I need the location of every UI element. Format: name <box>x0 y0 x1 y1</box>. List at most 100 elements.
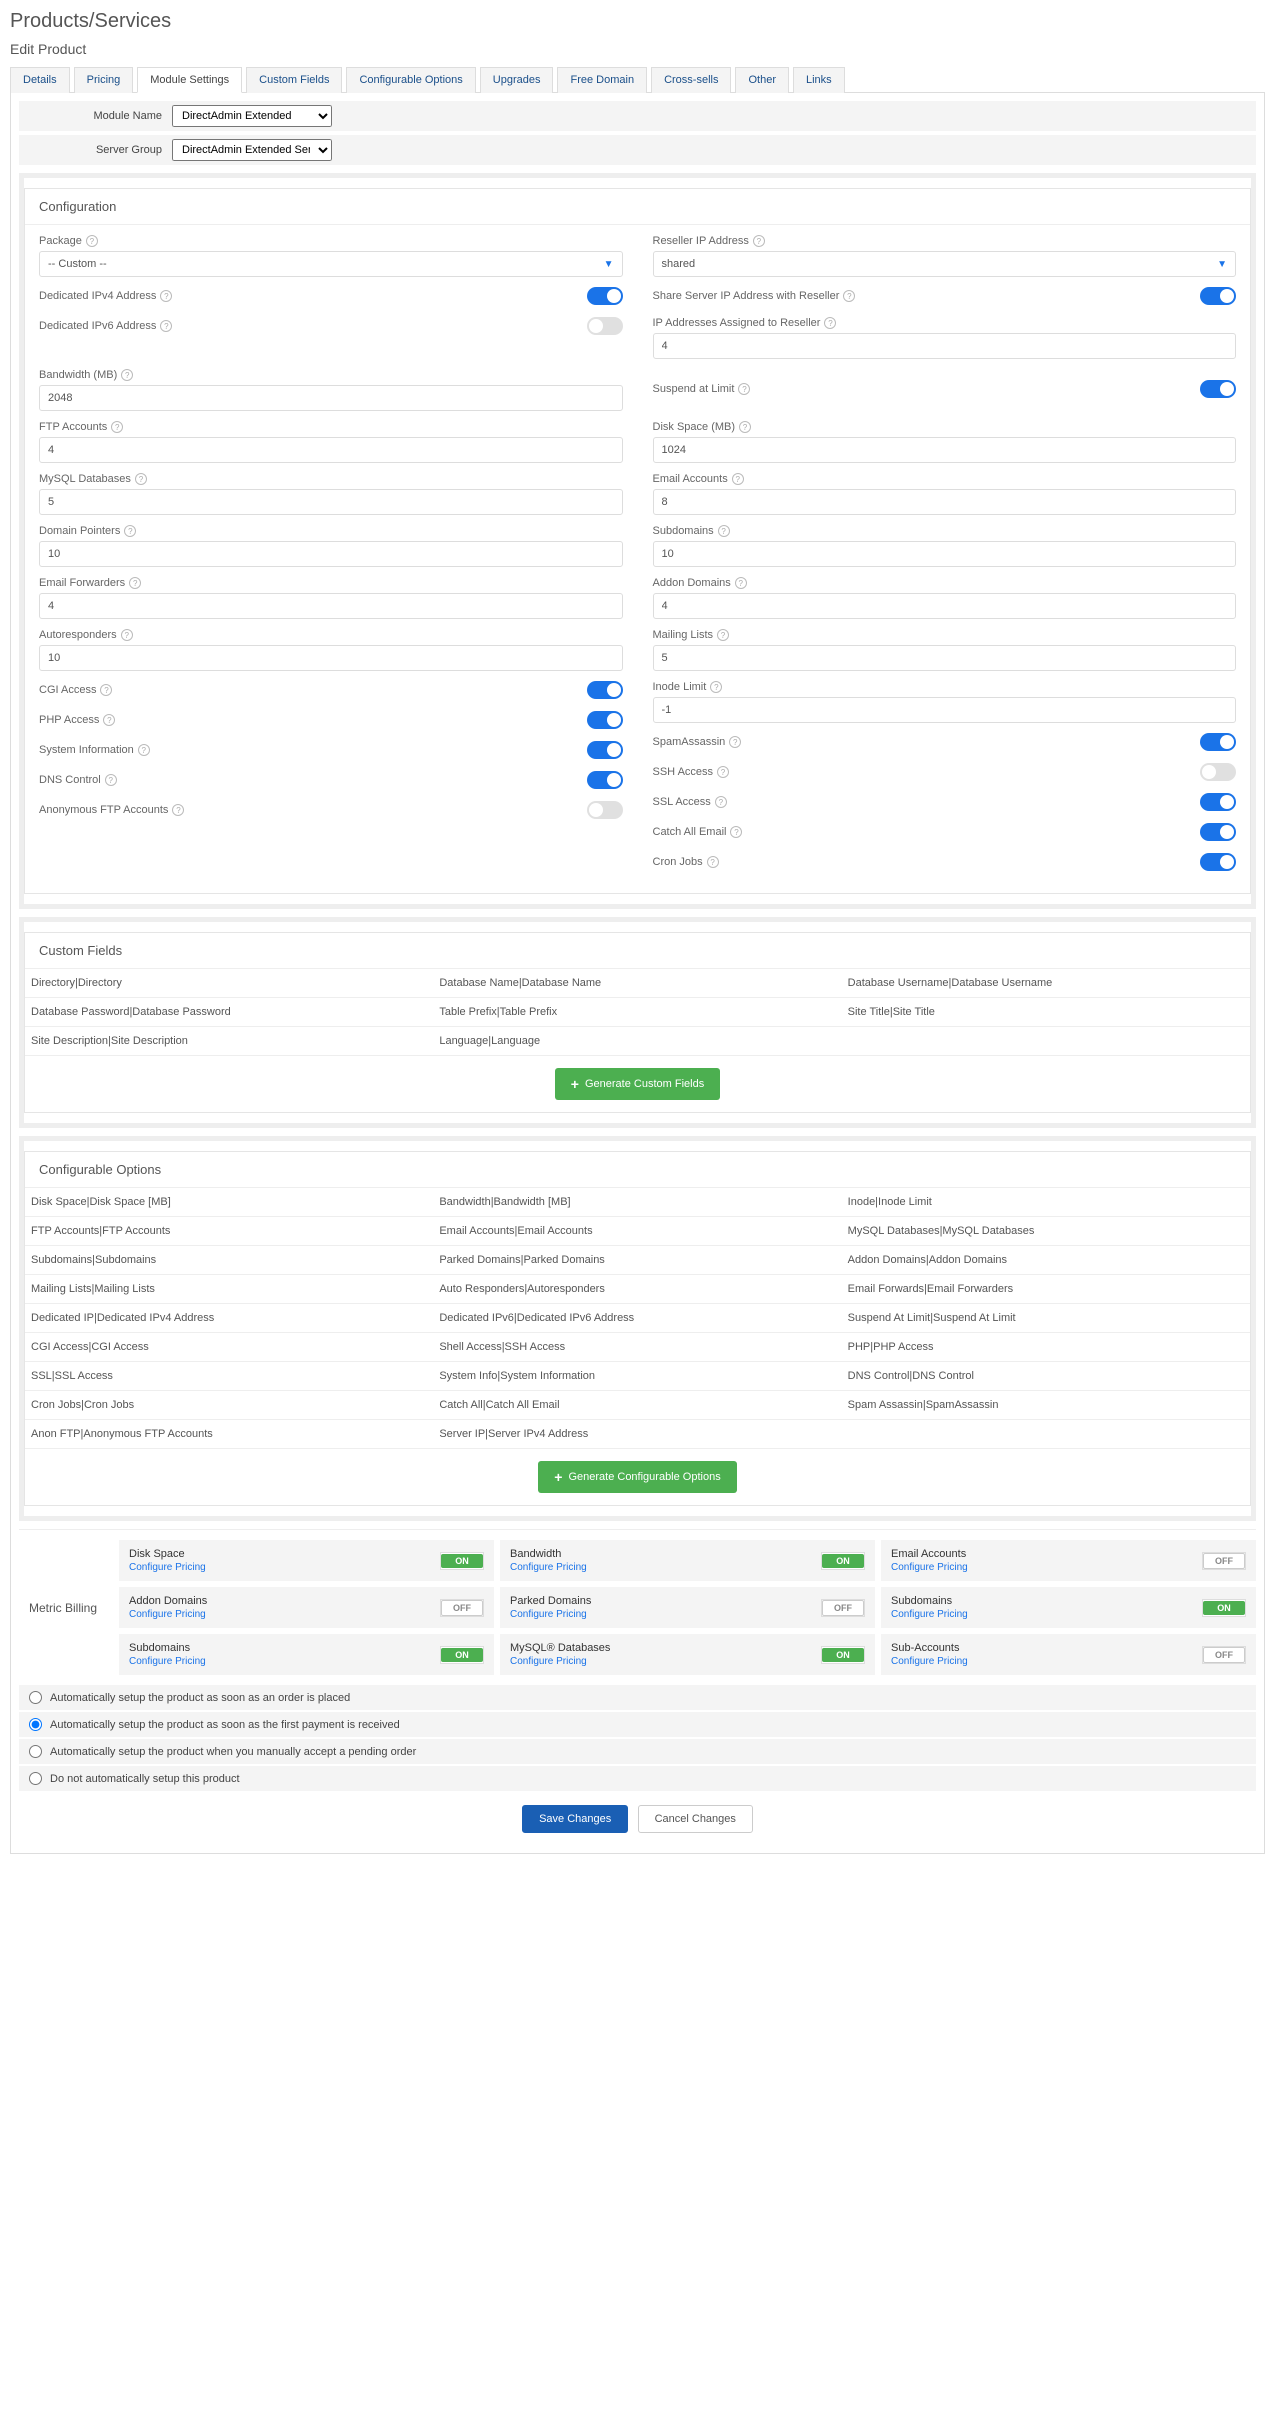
tab-module-settings[interactable]: Module Settings <box>137 67 242 93</box>
reseller-ip-select[interactable]: shared▼ <box>653 251 1237 277</box>
metric-toggle[interactable]: OFF <box>1202 1552 1246 1570</box>
setup-option-3[interactable]: Do not automatically setup this product <box>19 1766 1256 1791</box>
configure-pricing-link[interactable]: Configure Pricing <box>510 1656 610 1667</box>
right-input-2-input[interactable] <box>653 541 1237 567</box>
setup-radio[interactable] <box>29 1718 42 1731</box>
metric-toggle[interactable]: ON <box>440 1646 484 1664</box>
tab-pricing[interactable]: Pricing <box>74 67 134 93</box>
setup-option-2[interactable]: Automatically setup the product when you… <box>19 1739 1256 1764</box>
left-toggle2-4-toggle[interactable] <box>587 801 623 819</box>
configure-pricing-link[interactable]: Configure Pricing <box>129 1562 206 1573</box>
metric-toggle[interactable]: ON <box>1202 1599 1246 1617</box>
right-input-4-input[interactable] <box>653 645 1237 671</box>
tab-configurable-options[interactable]: Configurable Options <box>346 67 475 93</box>
cancel-button[interactable]: Cancel Changes <box>638 1805 753 1833</box>
right-input-3-input[interactable] <box>653 593 1237 619</box>
page-subtitle: Edit Product <box>10 41 1265 57</box>
help-icon: ? <box>135 473 147 485</box>
custom-fields-section: Custom Fields Directory|DirectoryDatabas… <box>19 917 1256 1128</box>
right-toggle2-1-toggle[interactable] <box>1200 763 1236 781</box>
right-input-1-input[interactable] <box>653 489 1237 515</box>
plus-icon: + <box>571 1076 579 1092</box>
module-name-select[interactable]: DirectAdmin Extended <box>172 105 332 127</box>
table-cell: Mailing Lists|Mailing Lists <box>25 1275 433 1304</box>
metric-card-6: Subdomains Configure Pricing ON <box>119 1634 494 1675</box>
package-select[interactable]: -- Custom --▼ <box>39 251 623 277</box>
left-toggle2-2-label: System Information <box>39 744 134 756</box>
chevron-down-icon: ▼ <box>1217 259 1227 270</box>
setup-radio[interactable] <box>29 1691 42 1704</box>
left-input-2-input[interactable] <box>39 541 623 567</box>
right-toggle2-0-toggle[interactable] <box>1200 733 1236 751</box>
left-input-3-input[interactable] <box>39 593 623 619</box>
table-cell: Bandwidth|Bandwidth [MB] <box>433 1188 841 1217</box>
left-toggle2-0-toggle[interactable] <box>587 681 623 699</box>
save-button[interactable]: Save Changes <box>522 1805 628 1833</box>
tab-free-domain[interactable]: Free Domain <box>557 67 647 93</box>
metric-card-1: Bandwidth Configure Pricing ON <box>500 1540 875 1581</box>
tab-cross-sells[interactable]: Cross-sells <box>651 67 731 93</box>
left-input-0-label: FTP Accounts <box>39 421 107 433</box>
configure-pricing-link[interactable]: Configure Pricing <box>891 1562 968 1573</box>
right-toggle-top-0-toggle[interactable] <box>1200 287 1236 305</box>
setup-radio[interactable] <box>29 1772 42 1785</box>
help-icon: ? <box>121 629 133 641</box>
left-toggle-1-toggle[interactable] <box>587 317 623 335</box>
left-toggle2-3-toggle[interactable] <box>587 771 623 789</box>
table-cell: Database Password|Database Password <box>25 998 433 1027</box>
right-input-3-label: Addon Domains <box>653 577 731 589</box>
setup-option-0[interactable]: Automatically setup the product as soon … <box>19 1685 1256 1710</box>
metric-toggle[interactable]: OFF <box>440 1599 484 1617</box>
ip-assigned-input[interactable] <box>653 333 1237 359</box>
generate-custom-fields-button[interactable]: +Generate Custom Fields <box>555 1068 720 1100</box>
configure-pricing-link[interactable]: Configure Pricing <box>510 1609 591 1620</box>
left-toggle2-3-label: DNS Control <box>39 774 101 786</box>
setup-option-1[interactable]: Automatically setup the product as soon … <box>19 1712 1256 1737</box>
left-toggle2-2-toggle[interactable] <box>587 741 623 759</box>
metric-toggle[interactable]: ON <box>821 1646 865 1664</box>
tab-other[interactable]: Other <box>735 67 789 93</box>
configure-pricing-link[interactable]: Configure Pricing <box>129 1656 206 1667</box>
setup-radio[interactable] <box>29 1745 42 1758</box>
configure-pricing-link[interactable]: Configure Pricing <box>891 1609 968 1620</box>
suspend-toggle[interactable] <box>1200 380 1236 398</box>
ip-assigned-label: IP Addresses Assigned to Reseller <box>653 317 821 329</box>
right-toggle2-1-label: SSH Access <box>653 766 714 778</box>
table-cell: Auto Responders|Autoresponders <box>433 1275 841 1304</box>
metric-name: MySQL® Databases <box>510 1642 610 1654</box>
help-icon: ? <box>738 383 750 395</box>
configure-pricing-link[interactable]: Configure Pricing <box>510 1562 587 1573</box>
inode-input[interactable] <box>653 697 1237 723</box>
bandwidth-input[interactable] <box>39 385 623 411</box>
metric-card-0: Disk Space Configure Pricing ON <box>119 1540 494 1581</box>
help-icon: ? <box>715 796 727 808</box>
left-toggle-0-toggle[interactable] <box>587 287 623 305</box>
table-cell: Inode|Inode Limit <box>842 1188 1250 1217</box>
generate-configurable-options-button[interactable]: +Generate Configurable Options <box>538 1461 736 1493</box>
metric-toggle[interactable]: ON <box>440 1552 484 1570</box>
right-input-0-input[interactable] <box>653 437 1237 463</box>
left-input-4-input[interactable] <box>39 645 623 671</box>
server-group-select[interactable]: DirectAdmin Extended Server <box>172 139 332 161</box>
metric-toggle[interactable]: OFF <box>821 1599 865 1617</box>
left-input-0-input[interactable] <box>39 437 623 463</box>
help-icon: ? <box>718 525 730 537</box>
left-input-1-input[interactable] <box>39 489 623 515</box>
right-toggle2-3-toggle[interactable] <box>1200 823 1236 841</box>
tab-upgrades[interactable]: Upgrades <box>480 67 554 93</box>
configure-pricing-link[interactable]: Configure Pricing <box>129 1609 207 1620</box>
metric-toggle[interactable]: ON <box>821 1552 865 1570</box>
table-cell: Site Description|Site Description <box>25 1027 433 1056</box>
table-cell: Suspend At Limit|Suspend At Limit <box>842 1304 1250 1333</box>
right-toggle2-4-toggle[interactable] <box>1200 853 1236 871</box>
table-cell: System Info|System Information <box>433 1362 841 1391</box>
tab-details[interactable]: Details <box>10 67 70 93</box>
metric-name: Parked Domains <box>510 1595 591 1607</box>
metric-toggle[interactable]: OFF <box>1202 1646 1246 1664</box>
tab-links[interactable]: Links <box>793 67 845 93</box>
right-toggle2-2-toggle[interactable] <box>1200 793 1236 811</box>
metric-card-4: Parked Domains Configure Pricing OFF <box>500 1587 875 1628</box>
tab-custom-fields[interactable]: Custom Fields <box>246 67 342 93</box>
configure-pricing-link[interactable]: Configure Pricing <box>891 1656 968 1667</box>
left-toggle2-1-toggle[interactable] <box>587 711 623 729</box>
